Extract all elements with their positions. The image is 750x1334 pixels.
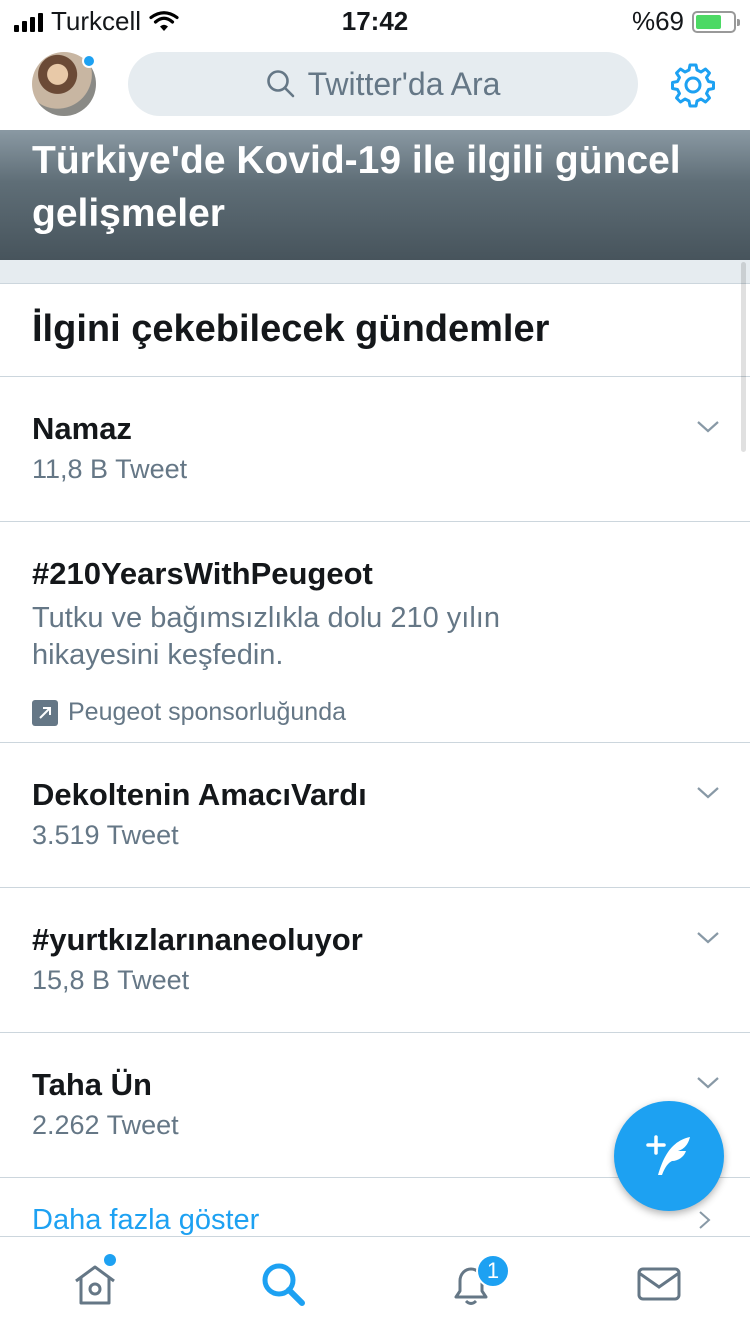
gear-icon[interactable]	[670, 62, 716, 108]
sponsor-line: Peugeot sponsorluğunda	[32, 698, 346, 727]
section-title: İlgini çekebilecek gündemler	[32, 308, 550, 350]
promoted-trend-item[interactable]: #210YearsWithPeugeot Tutku ve bağımsızlı…	[0, 522, 750, 743]
messages-icon[interactable]	[634, 1259, 684, 1309]
trend-item[interactable]: Dekoltenin AmacıVardı 3.519 Tweet	[0, 743, 750, 888]
home-unread-dot	[104, 1254, 116, 1266]
notifications-badge: 1	[476, 1254, 510, 1288]
search-icon	[266, 70, 294, 98]
trend-name: Dekoltenin AmacıVardı	[32, 777, 367, 812]
explore-icon[interactable]	[258, 1259, 308, 1309]
status-bar: Turkcell 17:42 %69	[0, 0, 750, 44]
search-placeholder: Twitter'da Ara	[307, 65, 501, 102]
show-more-link[interactable]: Daha fazla göster	[32, 1204, 259, 1237]
trend-name: #yurtkızlarınaneoluyor	[32, 922, 363, 957]
unread-dot	[82, 54, 96, 68]
battery-percent: %69	[631, 6, 684, 36]
top-header: Twitter'da Ara	[0, 44, 750, 130]
chevron-right-icon	[699, 1211, 711, 1229]
trend-item[interactable]: #yurtkızlarınaneoluyor 15,8 B Tweet	[0, 888, 750, 1033]
trend-name: #210YearsWithPeugeot	[32, 556, 373, 591]
trend-tweet-count: 11,8 B Tweet	[32, 454, 188, 484]
section-separator	[0, 260, 750, 284]
section-header: İlgini çekebilecek gündemler	[0, 284, 750, 377]
scrollbar[interactable]	[741, 262, 746, 452]
chevron-down-icon[interactable]	[696, 781, 720, 805]
chevron-down-icon[interactable]	[696, 926, 720, 950]
compose-tweet-icon	[646, 1135, 690, 1175]
chevron-down-icon[interactable]	[696, 1071, 720, 1095]
promoted-icon	[32, 699, 58, 726]
trend-tweet-count: 3.519 Tweet	[32, 820, 179, 850]
trend-description: Tutku ve bağımsızlıkla dolu 210 yılın hi…	[32, 602, 500, 671]
trend-item[interactable]: Namaz 11,8 B Tweet	[0, 377, 750, 522]
bottom-tab-bar	[0, 1236, 750, 1334]
battery-info: %69	[631, 6, 740, 37]
compose-tweet-button[interactable]	[614, 1101, 724, 1211]
trend-name: Namaz	[32, 411, 132, 446]
search-bar[interactable]: Twitter'da Ara	[128, 52, 638, 116]
trend-name: Taha Ün	[32, 1067, 152, 1102]
hero-title: Türkiye'de Kovid-19 ile ilgili güncel ge…	[32, 139, 681, 235]
battery-icon	[692, 10, 740, 33]
home-icon[interactable]	[70, 1259, 120, 1309]
hero-banner[interactable]: Türkiye'de Kovid-19 ile ilgili güncel ge…	[0, 130, 750, 260]
trend-tweet-count: 2.262 Tweet	[32, 1110, 179, 1140]
trend-tweet-count: 15,8 B Tweet	[32, 965, 190, 995]
sponsor-label: Peugeot sponsorluğunda	[68, 698, 347, 726]
chevron-down-icon[interactable]	[696, 415, 720, 439]
